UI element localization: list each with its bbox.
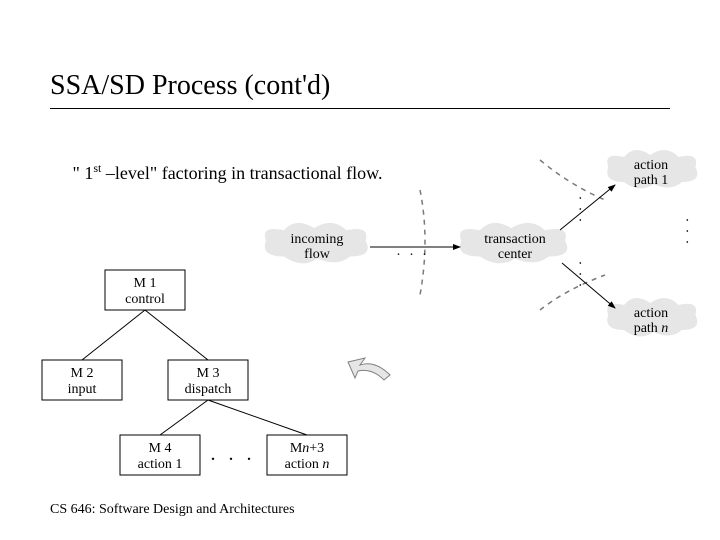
flow-dots-right: . . . bbox=[683, 218, 698, 246]
edge-m3-mn3 bbox=[208, 400, 307, 435]
flow-dots-top: . . . bbox=[576, 196, 591, 224]
flow-dots-mid: . . . bbox=[397, 244, 430, 259]
cloud-incoming-line2: flow bbox=[304, 247, 331, 262]
boundary-bottom bbox=[540, 275, 605, 310]
module-m1-line2: control bbox=[125, 292, 165, 307]
boundary-top bbox=[540, 160, 605, 200]
cloud-ap1-line2: path 1 bbox=[634, 173, 669, 188]
module-m3-line1: M 3 bbox=[197, 366, 220, 381]
module-mn3-line1: Mn+3 bbox=[290, 441, 324, 456]
cloud-tc-line2: center bbox=[498, 247, 533, 262]
cloud-tc-line1: transaction bbox=[484, 232, 545, 247]
cloud-apn-line2: path n bbox=[634, 321, 669, 336]
cloud-ap1-line1: action bbox=[634, 158, 668, 173]
module-m2-line2: input bbox=[68, 382, 97, 397]
cloud-apn-line1: action bbox=[634, 306, 668, 321]
module-m3-line2: dispatch bbox=[185, 382, 232, 397]
module-ellipsis: . . . bbox=[211, 443, 256, 465]
module-mn3-line2: action n bbox=[285, 457, 330, 472]
module-m2-line1: M 2 bbox=[71, 366, 94, 381]
edge-m1-m2 bbox=[82, 310, 145, 360]
edge-m1-m3 bbox=[145, 310, 208, 360]
cloud-incoming-line1: incoming bbox=[291, 232, 344, 247]
module-m1-line1: M 1 bbox=[134, 276, 157, 291]
diagram-canvas: incoming flow transaction center . . . a… bbox=[0, 0, 720, 540]
module-m4-line1: M 4 bbox=[149, 441, 172, 456]
module-m4-line2: action 1 bbox=[138, 457, 183, 472]
boundary-incoming bbox=[420, 190, 425, 295]
flow-dots-bot: . . . bbox=[576, 261, 591, 289]
edge-m3-m4 bbox=[160, 400, 208, 435]
mapping-arrow-icon bbox=[348, 358, 390, 380]
